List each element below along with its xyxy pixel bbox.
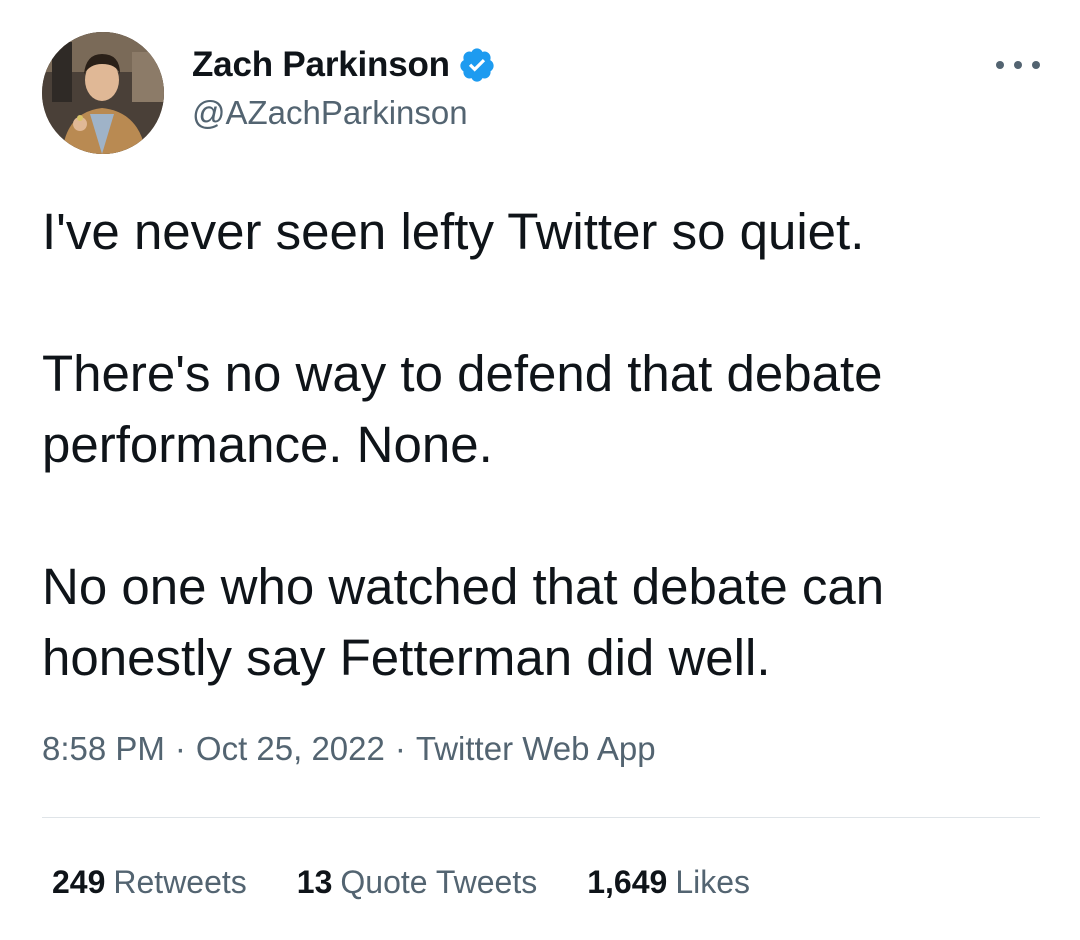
likes-stat[interactable]: 1,649 Likes bbox=[587, 864, 750, 901]
more-dot bbox=[996, 61, 1004, 69]
author-name-row: Zach Parkinson bbox=[192, 42, 496, 88]
tweet-stats: 249 Retweets 13 Quote Tweets 1,649 Likes bbox=[52, 864, 800, 901]
more-dot bbox=[1014, 61, 1022, 69]
tweet-paragraph: I've never seen lefty Twitter so quiet. bbox=[42, 203, 865, 260]
author-handle[interactable]: @AZachParkinson bbox=[192, 94, 468, 132]
retweets-stat[interactable]: 249 Retweets bbox=[52, 864, 247, 901]
tweet-paragraph: No one who watched that debate can hones… bbox=[42, 558, 885, 686]
tweet-card: Zach Parkinson @AZachParkinson I've neve… bbox=[0, 0, 1080, 940]
retweets-label: Retweets bbox=[113, 864, 247, 900]
divider bbox=[42, 817, 1040, 818]
quote-tweets-stat[interactable]: 13 Quote Tweets bbox=[297, 864, 537, 901]
likes-count: 1,649 bbox=[587, 864, 668, 900]
avatar-photo bbox=[42, 32, 164, 154]
author-name[interactable]: Zach Parkinson bbox=[192, 45, 450, 85]
quote-tweets-count: 13 bbox=[296, 864, 333, 900]
tweet-date[interactable]: Oct 25, 2022 bbox=[196, 730, 385, 767]
verified-badge-icon bbox=[458, 46, 496, 84]
meta-separator: · bbox=[394, 730, 406, 767]
more-dot bbox=[1032, 61, 1040, 69]
tweet-paragraph: There's no way to defend that debate per… bbox=[42, 345, 883, 473]
tweet-source[interactable]: Twitter Web App bbox=[416, 730, 656, 767]
avatar[interactable] bbox=[42, 32, 164, 154]
quote-tweets-label: Quote Tweets bbox=[340, 864, 538, 900]
tweet-time[interactable]: 8:58 PM bbox=[42, 730, 165, 767]
likes-label: Likes bbox=[675, 864, 751, 900]
meta-separator: · bbox=[174, 730, 186, 767]
tweet-metadata: 8:58 PM · Oct 25, 2022 · Twitter Web App bbox=[42, 730, 656, 768]
retweets-count: 249 bbox=[52, 864, 106, 900]
tweet-text: I've never seen lefty Twitter so quiet. … bbox=[42, 196, 1042, 693]
more-options-icon[interactable] bbox=[996, 50, 1040, 80]
